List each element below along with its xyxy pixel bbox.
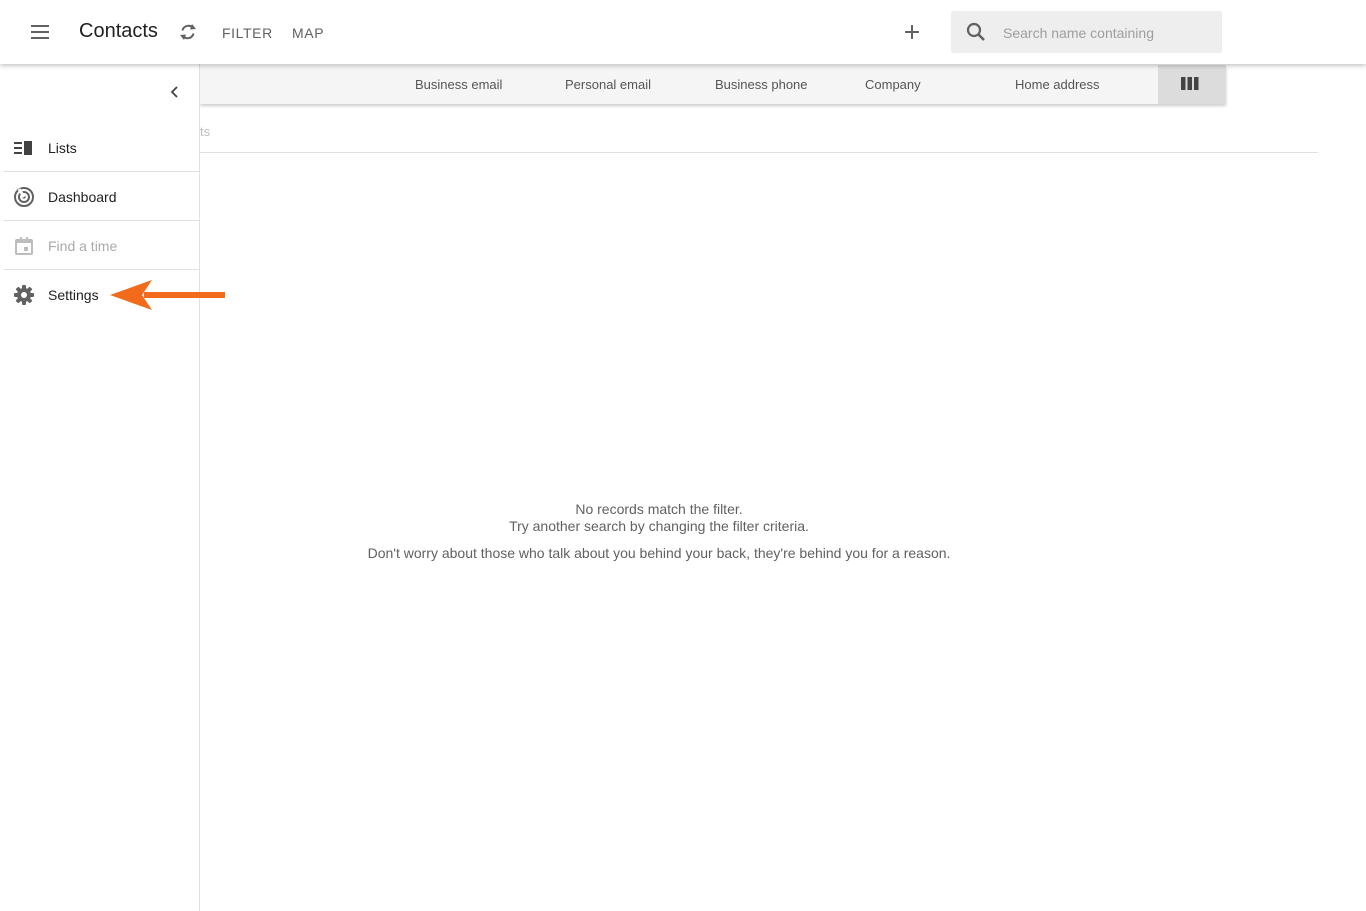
refresh-icon[interactable] <box>176 20 200 44</box>
drawer-item-label: Dashboard <box>48 189 117 205</box>
lists-icon <box>12 136 36 160</box>
column-header-business-phone[interactable]: Business phone <box>715 77 808 92</box>
drawer-item-label: Find a time <box>48 238 118 254</box>
add-icon[interactable] <box>900 20 924 44</box>
content-divider <box>200 152 1318 153</box>
quote-text: Don't worry about those who talk about y… <box>367 545 951 561</box>
drawer-item-label: Settings <box>48 287 99 303</box>
drawer-item-dashboard[interactable]: Dashboard <box>4 173 199 221</box>
dashboard-icon <box>12 185 36 209</box>
annotation-arrow-icon <box>110 280 225 310</box>
search-box <box>951 11 1222 55</box>
calendar-icon <box>12 234 36 258</box>
column-header-home-address[interactable]: Home address <box>1015 77 1100 92</box>
gear-icon <box>12 283 36 307</box>
map-link[interactable]: MAP <box>292 25 324 41</box>
drawer-item-find-a-time[interactable]: Find a time <box>4 222 199 270</box>
column-chooser-button[interactable] <box>1158 65 1226 104</box>
filter-link[interactable]: FILTER <box>222 25 273 41</box>
partial-tab-label: ts <box>200 124 211 139</box>
column-header-bar: Business email Personal email Business p… <box>200 65 1226 104</box>
chevron-left-icon[interactable] <box>163 80 187 104</box>
column-header-business-email[interactable]: Business email <box>415 77 502 92</box>
empty-hint: Try another search by changing the filte… <box>509 518 809 534</box>
drawer-item-label: Lists <box>48 140 77 156</box>
search-input[interactable] <box>1001 11 1215 55</box>
page-title: Contacts <box>79 20 158 42</box>
search-icon <box>965 21 987 43</box>
hamburger-menu-icon[interactable] <box>26 18 54 46</box>
drawer-item-lists[interactable]: Lists <box>4 124 199 172</box>
empty-message: No records match the filter. <box>575 501 743 517</box>
side-drawer: Lists Dashboard Find a time Settings <box>0 64 200 911</box>
app-bar: Contacts FILTER MAP <box>0 0 1366 64</box>
view-column-icon <box>1181 77 1199 90</box>
column-header-personal-email[interactable]: Personal email <box>565 77 651 92</box>
column-header-company[interactable]: Company <box>865 77 921 92</box>
